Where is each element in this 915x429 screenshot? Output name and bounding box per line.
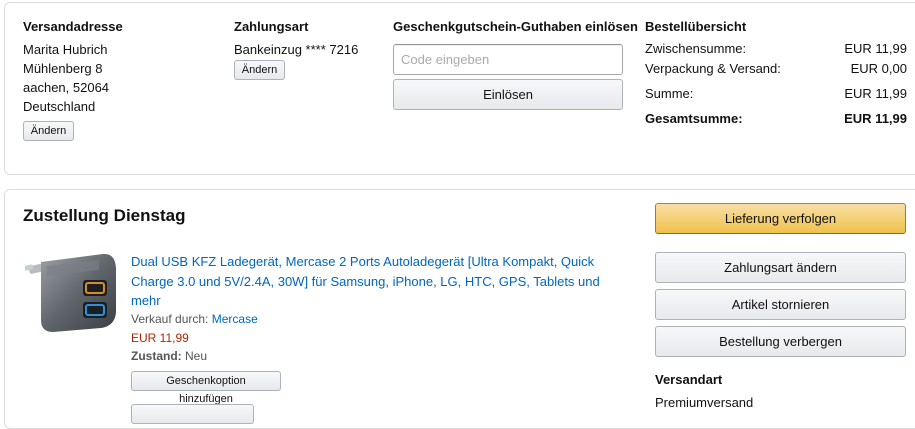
shipping-method-value: Premiumversand: [655, 395, 754, 410]
car-charger-icon: [24, 253, 116, 332]
address-heading: Versandadresse: [23, 19, 123, 34]
redeem-button[interactable]: Einlösen: [393, 79, 623, 110]
condition-label: Zustand:: [131, 349, 182, 363]
change-payment-button[interactable]: Ändern: [234, 60, 285, 80]
address-city: aachen, 52064: [23, 80, 110, 95]
voucher-code-input[interactable]: [393, 44, 623, 75]
address-country: Deutschland: [23, 99, 96, 114]
summary-row-value: EUR 0,00: [850, 61, 907, 76]
shipping-method-heading: Versandart: [655, 372, 723, 387]
summary-row: Summe: EUR 11,99: [645, 86, 907, 106]
product-price: EUR 11,99: [131, 331, 189, 345]
product-image[interactable]: [24, 250, 120, 335]
summary-row-label: Verpackung & Versand:: [645, 61, 781, 76]
summary-row-label: Summe:: [645, 86, 694, 101]
summary-total-value: EUR 11,99: [844, 111, 907, 126]
payment-heading: Zahlungsart: [234, 19, 309, 34]
summary-heading: Bestellübersicht: [645, 19, 747, 34]
summary-row-value: EUR 11,99: [844, 41, 907, 56]
change-payment-method-button[interactable]: Zahlungsart ändern: [655, 252, 906, 283]
seller-link[interactable]: Mercase: [212, 312, 258, 326]
summary-total-row: Gesamtsumme: EUR 11,99: [645, 111, 907, 131]
partial-button[interactable]: [131, 404, 254, 424]
address-name: Marita Hubrich: [23, 42, 108, 57]
change-address-button[interactable]: Ändern: [23, 121, 74, 141]
voucher-heading: Geschenkgutschein-Guthaben einlösen: [393, 19, 638, 34]
seller-line: Verkauf durch: Mercase: [131, 312, 258, 326]
add-gift-option-button[interactable]: Geschenkoption hinzufügen: [131, 371, 281, 405]
summary-row: Verpackung & Versand: EUR 0,00: [645, 61, 907, 81]
cancel-items-button[interactable]: Artikel stornieren: [655, 289, 906, 320]
track-package-button[interactable]: Lieferung verfolgen: [655, 203, 906, 234]
condition-line: Zustand: Neu: [131, 349, 207, 363]
address-street: Mühlenberg 8: [23, 61, 103, 76]
hide-order-button[interactable]: Bestellung verbergen: [655, 326, 906, 357]
summary-total-label: Gesamtsumme:: [645, 111, 743, 126]
product-title-link[interactable]: Dual USB KFZ Ladegerät, Mercase 2 Ports …: [131, 252, 611, 311]
condition-value: Neu: [185, 349, 208, 363]
seller-label: Verkauf durch:: [131, 312, 209, 326]
summary-row: Zwischensumme: EUR 11,99: [645, 41, 907, 61]
payment-method: Bankeinzug **** 7216: [234, 42, 359, 57]
shipment-box: Zustellung Dienstag Dual USB KFZ Ladeger…: [4, 189, 915, 429]
delivery-heading: Zustellung Dienstag: [23, 206, 186, 225]
summary-row-label: Zwischensumme:: [645, 41, 747, 56]
order-details-box: Versandadresse Marita Hubrich Mühlenberg…: [4, 2, 915, 175]
summary-row-value: EUR 11,99: [844, 86, 907, 101]
